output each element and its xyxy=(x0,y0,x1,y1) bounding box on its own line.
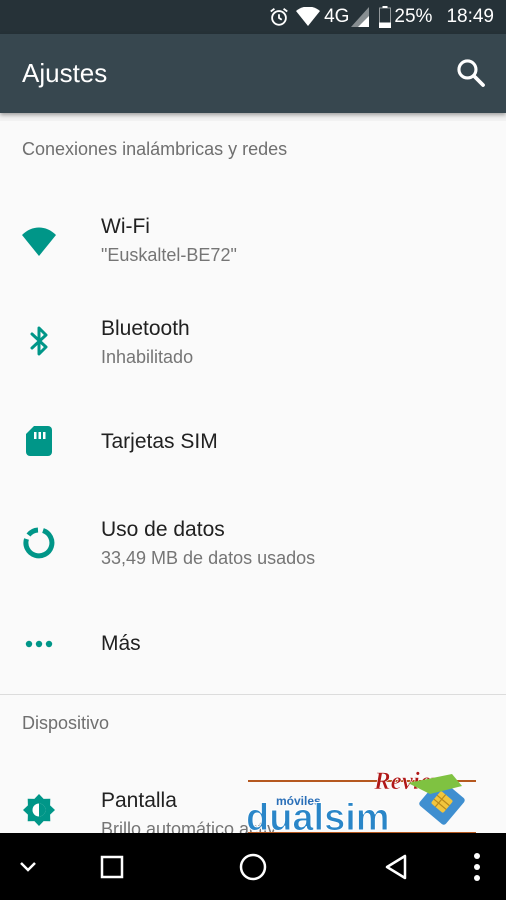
watermark-logo: Review móviles dualsim xyxy=(242,764,484,840)
home-icon[interactable] xyxy=(235,849,271,885)
settings-item-title: Wi-Fi xyxy=(101,215,150,238)
battery-percent: 25% xyxy=(394,6,433,27)
settings-item-subtitle: "Euskaltel-BE72" xyxy=(101,245,237,265)
search-icon[interactable] xyxy=(454,56,488,90)
back-icon[interactable] xyxy=(380,851,412,883)
recents-icon[interactable] xyxy=(96,851,128,883)
settings-item-subtitle: 33,49 MB de datos usados xyxy=(101,548,316,568)
settings-item-data-usage[interactable]: Uso de datos 33,49 MB de datos usados xyxy=(0,497,506,595)
settings-list: Conexiones inalámbricas y redes Wi-Fi "E… xyxy=(0,121,506,833)
status-bar: 4G 25% 18:49 xyxy=(0,0,506,34)
app-bar: Ajustes xyxy=(0,34,506,113)
navigation-bar xyxy=(0,833,506,900)
network-type: 4G xyxy=(324,6,350,27)
menu-icon[interactable] xyxy=(461,851,493,883)
bluetooth-icon xyxy=(22,324,56,358)
settings-item-title: Bluetooth xyxy=(101,317,190,340)
settings-item-subtitle: Inhabilitado xyxy=(101,347,194,367)
settings-item-more[interactable]: Más xyxy=(0,603,506,687)
cell-signal-icon xyxy=(351,7,370,27)
section-divider xyxy=(0,694,506,695)
battery-icon xyxy=(379,6,392,28)
settings-item-sim[interactable]: Tarjetas SIM xyxy=(0,399,506,483)
data-usage-icon xyxy=(22,526,56,560)
section-header-device: Dispositivo xyxy=(22,713,110,733)
settings-item-title: Pantalla xyxy=(101,789,177,812)
clock: 18:49 xyxy=(446,6,494,27)
settings-item-wifi[interactable]: Wi-Fi "Euskaltel-BE72" xyxy=(0,195,506,293)
settings-item-title: Más xyxy=(101,632,141,655)
wifi-signal-icon xyxy=(296,7,321,27)
alarm-icon xyxy=(268,6,290,28)
watermark-brand: dualsim xyxy=(246,797,390,836)
settings-item-title: Tarjetas SIM xyxy=(101,430,218,453)
more-icon xyxy=(22,627,56,661)
brightness-icon xyxy=(22,793,56,827)
settings-item-title: Uso de datos xyxy=(101,518,225,541)
section-header-wireless: Conexiones inalámbricas y redes xyxy=(22,139,288,159)
page-title: Ajustes xyxy=(22,58,108,88)
sim-card-icon xyxy=(22,424,56,458)
settings-item-bluetooth[interactable]: Bluetooth Inhabilitado xyxy=(0,297,506,395)
wifi-icon xyxy=(22,225,56,259)
chevron-down-icon[interactable] xyxy=(12,851,44,883)
